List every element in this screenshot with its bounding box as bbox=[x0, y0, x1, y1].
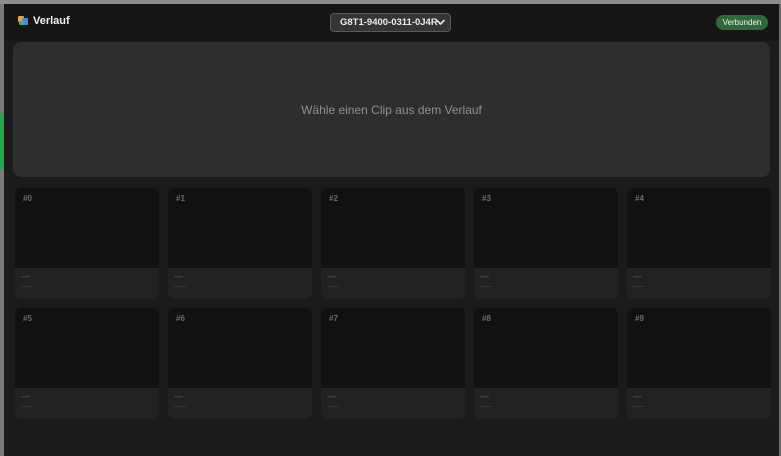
clip-meta: —— bbox=[174, 404, 186, 410]
clip-title: — bbox=[480, 271, 489, 281]
clip-thumbnail bbox=[15, 188, 159, 268]
clip-card[interactable]: #4— —— bbox=[627, 188, 771, 299]
clip-thumbnail bbox=[474, 308, 618, 388]
clip-index: #3 bbox=[482, 194, 491, 203]
clip-card[interactable]: #5— —— bbox=[15, 308, 159, 419]
clip-index: #7 bbox=[329, 314, 338, 323]
app-window: Verlauf G8T1-9400-0311-0J4R Verbunden Wä… bbox=[4, 4, 779, 456]
clip-meta: —— bbox=[327, 284, 339, 290]
clip-thumbnail bbox=[168, 188, 312, 268]
clip-card[interactable]: #1— —— bbox=[168, 188, 312, 299]
clip-title: — bbox=[21, 391, 30, 401]
header-bar: Verlauf G8T1-9400-0311-0J4R Verbunden bbox=[4, 4, 779, 41]
clip-title: — bbox=[480, 391, 489, 401]
app-logo-icon bbox=[18, 16, 29, 26]
clip-title: — bbox=[633, 391, 642, 401]
connection-status-badge: Verbunden bbox=[716, 15, 768, 30]
clip-card[interactable]: #8— —— bbox=[474, 308, 618, 419]
clip-meta: —— bbox=[327, 404, 339, 410]
clip-meta: —— bbox=[21, 284, 33, 290]
clip-thumbnail bbox=[168, 308, 312, 388]
clip-title: — bbox=[327, 271, 336, 281]
clip-thumbnail bbox=[474, 188, 618, 268]
clip-meta: —— bbox=[480, 404, 492, 410]
clip-index: #9 bbox=[635, 314, 644, 323]
clip-index: #6 bbox=[176, 314, 185, 323]
clip-meta: —— bbox=[633, 284, 645, 290]
clip-card[interactable]: #9— —— bbox=[627, 308, 771, 419]
clip-card[interactable]: #7— —— bbox=[321, 308, 465, 419]
clip-title: — bbox=[174, 391, 183, 401]
clip-title: — bbox=[327, 391, 336, 401]
clip-index: #4 bbox=[635, 194, 644, 203]
clip-title: — bbox=[21, 271, 30, 281]
device-select[interactable]: G8T1-9400-0311-0J4R bbox=[330, 13, 451, 32]
clip-meta: —— bbox=[21, 404, 33, 410]
clip-meta: —— bbox=[174, 284, 186, 290]
clip-card[interactable]: #3— —— bbox=[474, 188, 618, 299]
clip-thumbnail bbox=[321, 308, 465, 388]
clip-card[interactable]: #2— —— bbox=[321, 188, 465, 299]
app-title-label: Verlauf bbox=[33, 15, 70, 27]
clip-thumbnail bbox=[627, 188, 771, 268]
clip-index: #8 bbox=[482, 314, 491, 323]
preview-empty-hint: Wähle einen Clip aus dem Verlauf bbox=[301, 102, 482, 117]
chevron-down-icon bbox=[436, 19, 445, 25]
clip-card[interactable]: #0— —— bbox=[15, 188, 159, 299]
device-select-value: G8T1-9400-0311-0J4R bbox=[340, 17, 438, 28]
clip-card[interactable]: #6— —— bbox=[168, 308, 312, 419]
app-title: Verlauf bbox=[18, 15, 70, 27]
clip-preview-area: Wähle einen Clip aus dem Verlauf bbox=[13, 42, 770, 177]
clip-thumbnail bbox=[321, 188, 465, 268]
clip-index: #0 bbox=[23, 194, 32, 203]
clip-index: #2 bbox=[329, 194, 338, 203]
clip-thumbnail bbox=[15, 308, 159, 388]
clip-title: — bbox=[174, 271, 183, 281]
clip-meta: —— bbox=[480, 284, 492, 290]
clip-index: #5 bbox=[23, 314, 32, 323]
clip-title: — bbox=[633, 271, 642, 281]
clip-meta: —— bbox=[633, 404, 645, 410]
clip-index: #1 bbox=[176, 194, 185, 203]
clip-thumbnail bbox=[627, 308, 771, 388]
